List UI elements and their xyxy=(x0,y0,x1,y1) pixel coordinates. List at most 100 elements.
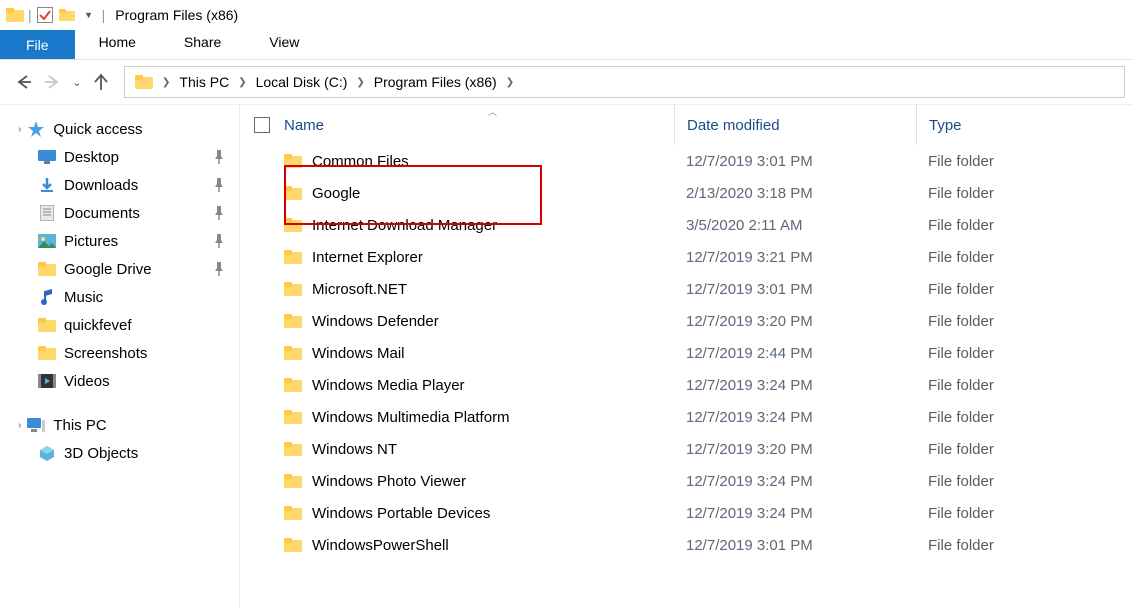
sidebar-item-documents[interactable]: Documents xyxy=(0,199,239,227)
breadcrumb-segment[interactable]: Local Disk (C:) xyxy=(250,67,354,97)
column-name[interactable]: Name︿ xyxy=(284,117,674,134)
folder-icon xyxy=(284,442,304,456)
desktop-icon xyxy=(36,147,58,167)
quick-access-header[interactable]: › Quick access xyxy=(0,115,239,143)
table-row[interactable]: Windows Multimedia Platform12/7/2019 3:2… xyxy=(240,401,1133,433)
sidebar-item-downloads[interactable]: Downloads xyxy=(0,171,239,199)
file-type: File folder xyxy=(916,473,994,490)
table-row[interactable]: Windows Media Player12/7/2019 3:24 PMFil… xyxy=(240,369,1133,401)
sidebar-item-screenshots[interactable]: Screenshots xyxy=(0,339,239,367)
table-row[interactable]: WindowsPowerShell 12/7/2019 3:01 PMFile f… xyxy=(240,529,1133,561)
table-row[interactable]: Microsoft.NET12/7/2019 3:01 PMFile folde… xyxy=(240,273,1133,305)
file-name: Common Files xyxy=(312,153,409,170)
recent-dropdown[interactable]: ⌄ xyxy=(68,67,86,97)
file-type: File folder xyxy=(916,313,994,330)
ribbon: File Home Share View xyxy=(0,30,1133,60)
table-row[interactable]: Google 2/13/2020 3:18 PMFile folder xyxy=(240,177,1133,209)
pin-icon xyxy=(213,178,225,192)
file-name: Google xyxy=(312,185,360,202)
sidebar-item-videos[interactable]: Videos xyxy=(0,367,239,395)
chevron-right-icon[interactable]: ❯ xyxy=(159,77,173,88)
file-date: 12/7/2019 3:24 PM xyxy=(674,505,916,522)
file-name: Windows Portable Devices xyxy=(312,505,490,522)
folder-icon xyxy=(129,67,159,97)
breadcrumb-segment[interactable]: Program Files (x86) xyxy=(368,67,503,97)
share-tab[interactable]: Share xyxy=(160,30,245,59)
file-type: File folder xyxy=(916,537,994,554)
videos-icon xyxy=(36,371,58,391)
check-icon[interactable] xyxy=(34,7,56,23)
chevron-right-icon: › xyxy=(18,420,21,431)
table-row[interactable]: Internet Download Manager3/5/2020 2:11 A… xyxy=(240,209,1133,241)
file-name: Windows Defender xyxy=(312,313,439,330)
nav-row: ⌄ ❯ This PC ❯ Local Disk (C:) ❯ Program … xyxy=(0,60,1133,105)
table-row[interactable]: Internet Explorer12/7/2019 3:21 PMFile f… xyxy=(240,241,1133,273)
file-type: File folder xyxy=(916,217,994,234)
file-date: 12/7/2019 3:20 PM xyxy=(674,441,916,458)
folder-icon xyxy=(284,538,304,552)
sidebar-item-label: quickfevef xyxy=(64,317,132,334)
file-type: File folder xyxy=(916,345,994,362)
file-tab[interactable]: File xyxy=(0,30,75,59)
sidebar-item-label: Google Drive xyxy=(64,261,152,278)
file-date: 12/7/2019 3:01 PM xyxy=(674,537,916,554)
table-row[interactable]: Windows Portable Devices 12/7/2019 3:24 P… xyxy=(240,497,1133,529)
table-row[interactable]: Windows NT12/7/2019 3:20 PMFile folder xyxy=(240,433,1133,465)
folder-icon xyxy=(36,343,58,363)
this-pc-label: This PC xyxy=(53,417,106,434)
file-name: Windows Mail xyxy=(312,345,405,362)
sidebar-item-quickfevef[interactable]: quickfevef xyxy=(0,311,239,339)
this-pc-header[interactable]: › This PC xyxy=(0,411,239,439)
dropdown-icon[interactable]: ▼ xyxy=(78,10,100,20)
sidebar-item-label: Downloads xyxy=(64,177,138,194)
folder-icon xyxy=(284,314,304,328)
chevron-right-icon[interactable]: ❯ xyxy=(503,77,517,88)
select-all-checkbox[interactable] xyxy=(254,117,270,133)
sidebar-item-music[interactable]: Music xyxy=(0,283,239,311)
folder-icon xyxy=(36,315,58,335)
table-row[interactable]: Windows Defender12/7/2019 3:20 PMFile fo… xyxy=(240,305,1133,337)
column-date[interactable]: Date modified xyxy=(674,105,916,145)
table-row[interactable]: Common Files12/7/2019 3:01 PMFile folder xyxy=(240,145,1133,177)
sidebar-item-pictures[interactable]: Pictures xyxy=(0,227,239,255)
breadcrumb-segment[interactable]: This PC xyxy=(173,67,235,97)
body: › Quick access Desktop Downloads Documents… xyxy=(0,105,1133,607)
sidebar-item-3d-objects[interactable]: 3D Objects xyxy=(0,439,239,467)
file-name: WindowsPowerShell xyxy=(312,537,449,554)
folder-icon xyxy=(284,218,304,232)
folder-icon xyxy=(284,346,304,360)
file-date: 12/7/2019 3:24 PM xyxy=(674,409,916,426)
chevron-right-icon[interactable]: ❯ xyxy=(353,77,367,88)
file-name: Windows Photo Viewer xyxy=(312,473,466,490)
folder-icon xyxy=(284,506,304,520)
pin-icon xyxy=(213,150,225,164)
back-button[interactable] xyxy=(8,67,38,97)
sort-asc-icon: ︿ xyxy=(488,105,497,118)
sidebar-item-google-drive[interactable]: Google Drive xyxy=(0,255,239,283)
file-list: Name︿ Date modified Type Common Files12/… xyxy=(240,105,1133,607)
pin-icon xyxy=(213,262,225,276)
3d-objects-icon xyxy=(36,443,58,463)
address-bar[interactable]: ❯ This PC ❯ Local Disk (C:) ❯ Program Fi… xyxy=(124,66,1125,98)
file-type: File folder xyxy=(916,185,994,202)
home-tab[interactable]: Home xyxy=(75,30,160,59)
folder-icon xyxy=(284,474,304,488)
file-name: Windows Media Player xyxy=(312,377,465,394)
column-type[interactable]: Type xyxy=(916,105,962,145)
file-type: File folder xyxy=(916,409,994,426)
file-date: 2/13/2020 3:18 PM xyxy=(674,185,916,202)
sidebar-item-desktop[interactable]: Desktop xyxy=(0,143,239,171)
file-date: 3/5/2020 2:11 AM xyxy=(674,217,916,234)
folder-small-icon[interactable] xyxy=(56,9,78,21)
table-row[interactable]: Windows Mail12/7/2019 2:44 PMFile folder xyxy=(240,337,1133,369)
sidebar-item-label: Music xyxy=(64,289,103,306)
forward-button[interactable] xyxy=(38,67,68,97)
chevron-right-icon: › xyxy=(18,124,21,135)
view-tab[interactable]: View xyxy=(245,30,323,59)
folder-icon xyxy=(36,259,58,279)
up-button[interactable] xyxy=(86,67,116,97)
chevron-right-icon[interactable]: ❯ xyxy=(235,77,249,88)
pictures-icon xyxy=(36,231,58,251)
table-row[interactable]: Windows Photo Viewer12/7/2019 3:24 PMFil… xyxy=(240,465,1133,497)
sidebar: › Quick access Desktop Downloads Documents… xyxy=(0,105,240,607)
